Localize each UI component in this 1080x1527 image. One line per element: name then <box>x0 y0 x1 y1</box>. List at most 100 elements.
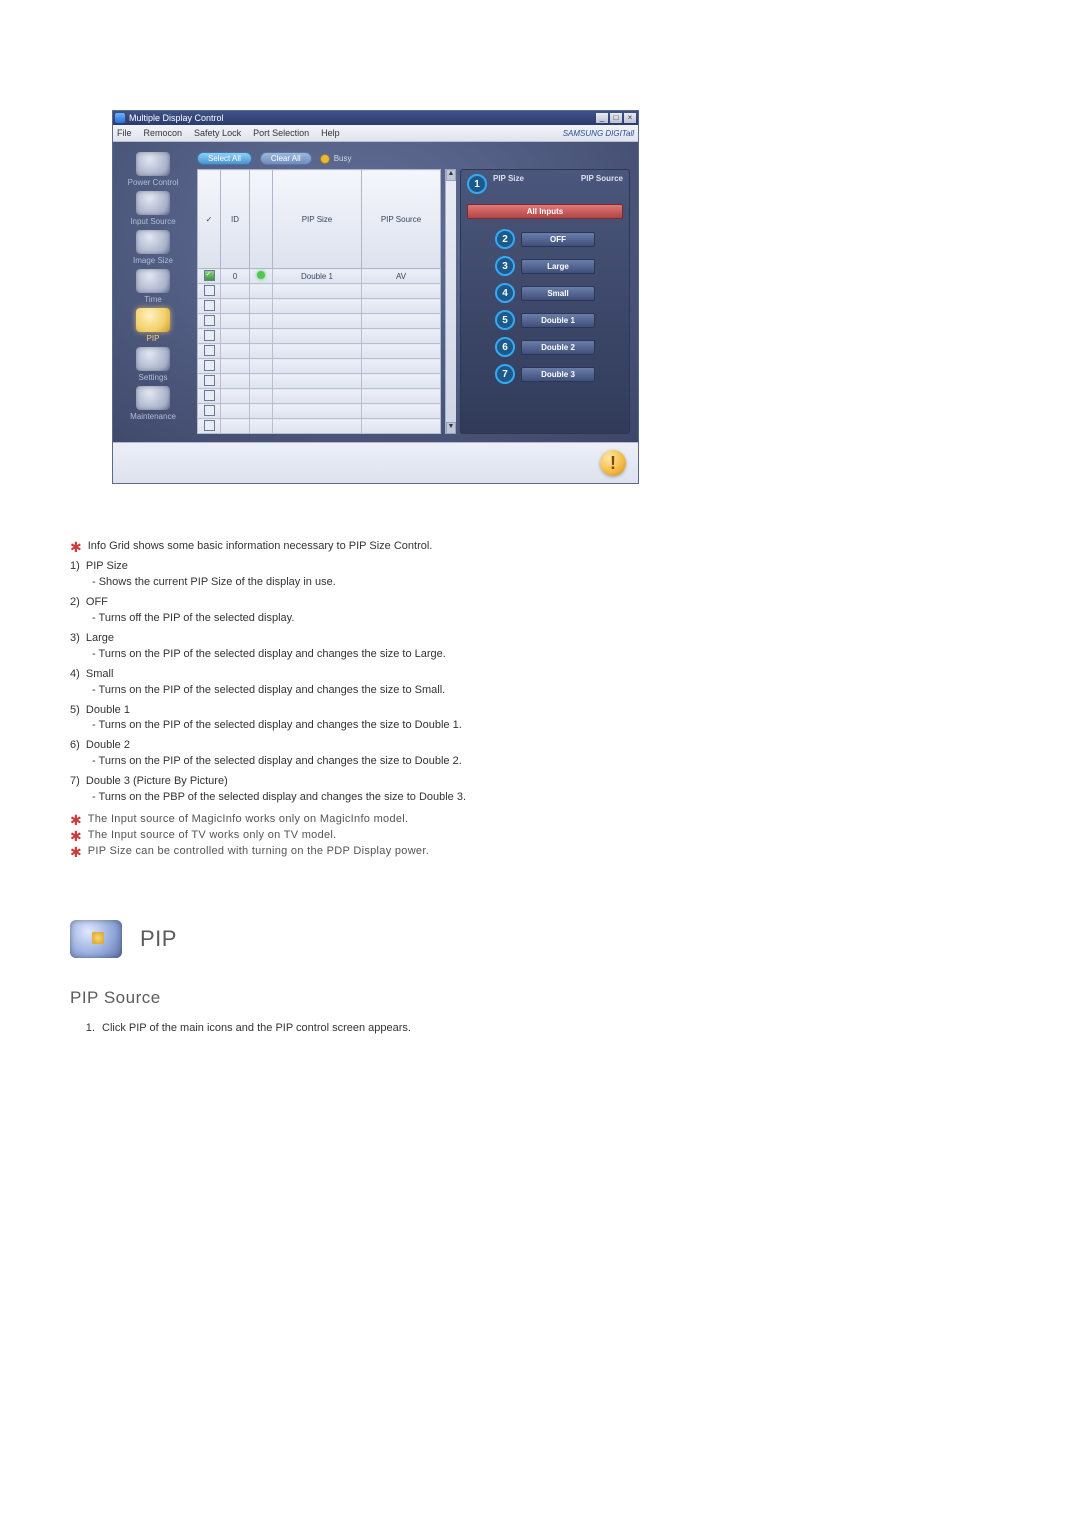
select-all-button[interactable]: Select All <box>197 152 252 165</box>
sidebar-label: Time <box>144 295 161 304</box>
callout-6: 6 <box>495 337 515 357</box>
footnote: ✱ The Input source of MagicInfo works on… <box>70 812 1010 828</box>
busy-dot-icon <box>320 154 330 164</box>
app-icon <box>115 113 125 123</box>
item-title: Double 1 <box>86 704 130 716</box>
row-checkbox[interactable] <box>204 345 215 356</box>
pip-small-button[interactable]: Small <box>521 286 595 301</box>
close-button[interactable]: × <box>624 113 636 123</box>
table-row[interactable] <box>198 299 441 314</box>
time-icon <box>136 269 170 293</box>
callout-1: 1 <box>467 174 487 194</box>
callout-7: 7 <box>495 364 515 384</box>
sidebar-item-maintenance[interactable]: Maintenance <box>118 386 188 423</box>
col-check[interactable]: ✓ <box>198 170 221 269</box>
sidebar-label: Maintenance <box>130 412 176 421</box>
item-num: 6) <box>70 739 80 751</box>
clear-all-button[interactable]: Clear All <box>260 152 312 165</box>
pip-double2-button[interactable]: Double 2 <box>521 340 595 355</box>
item-desc: - Turns off the PIP of the selected disp… <box>70 611 1010 627</box>
sidebar-label: PIP <box>147 334 160 343</box>
item-title: Small <box>86 668 114 680</box>
row-checkbox[interactable] <box>204 300 215 311</box>
menu-port-selection[interactable]: Port Selection <box>253 128 309 138</box>
footnote-text: PIP Size can be controlled with turning … <box>88 844 429 860</box>
maximize-button[interactable]: □ <box>610 113 622 123</box>
sidebar-label: Settings <box>139 373 168 382</box>
row-checkbox[interactable] <box>204 270 215 281</box>
table-row[interactable] <box>198 359 441 374</box>
item-desc: - Turns on the PIP of the selected displ… <box>70 683 1010 699</box>
item-desc: - Turns on the PIP of the selected displ… <box>70 718 1010 734</box>
table-row[interactable] <box>198 389 441 404</box>
item-num: 1) <box>70 560 80 572</box>
pip-source-header: PIP Source <box>581 174 623 183</box>
menu-file[interactable]: File <box>117 128 132 138</box>
grid-scrollbar[interactable]: ▲ ▼ <box>445 169 456 434</box>
row-checkbox[interactable] <box>204 420 215 431</box>
item-desc: - Turns on the PBP of the selected displ… <box>70 790 1010 806</box>
row-checkbox[interactable] <box>204 315 215 326</box>
menu-bar: File Remocon Safety Lock Port Selection … <box>113 125 638 142</box>
callout-5: 5 <box>495 310 515 330</box>
col-id[interactable]: ID <box>221 170 250 269</box>
row-checkbox[interactable] <box>204 405 215 416</box>
window-titlebar[interactable]: Multiple Display Control _ □ × <box>113 111 638 125</box>
steps-list: Click PIP of the main icons and the PIP … <box>70 1021 1010 1037</box>
item-num: 7) <box>70 775 80 787</box>
table-row[interactable]: 0 Double 1 AV <box>198 269 441 284</box>
scroll-up-icon[interactable]: ▲ <box>446 169 456 181</box>
item-num: 3) <box>70 632 80 644</box>
cell-pip-source: AV <box>362 269 441 284</box>
footnote-text: The Input source of TV works only on TV … <box>88 828 337 844</box>
table-row[interactable] <box>198 284 441 299</box>
item-title: Double 3 (Picture By Picture) <box>86 775 228 787</box>
warning-icon[interactable]: ! <box>600 450 626 476</box>
row-checkbox[interactable] <box>204 330 215 341</box>
cell-pip-size: Double 1 <box>273 269 362 284</box>
menu-help[interactable]: Help <box>321 128 340 138</box>
table-row[interactable] <box>198 344 441 359</box>
col-pip-size[interactable]: PIP Size <box>273 170 362 269</box>
row-checkbox[interactable] <box>204 360 215 371</box>
cell-id: 0 <box>221 269 250 284</box>
table-row[interactable] <box>198 419 441 434</box>
col-pip-source[interactable]: PIP Source <box>362 170 441 269</box>
item-num: 5) <box>70 704 80 716</box>
pip-off-button[interactable]: OFF <box>521 232 595 247</box>
item-title: Double 2 <box>86 739 130 751</box>
sidebar-item-power[interactable]: Power Control <box>118 152 188 189</box>
pip-large-button[interactable]: Large <box>521 259 595 274</box>
busy-label: Busy <box>334 154 352 163</box>
menu-safety-lock[interactable]: Safety Lock <box>194 128 241 138</box>
star-icon: ✱ <box>70 539 82 555</box>
star-icon: ✱ <box>70 828 82 844</box>
scroll-down-icon[interactable]: ▼ <box>446 422 456 434</box>
callout-2: 2 <box>495 229 515 249</box>
pip-double3-button[interactable]: Double 3 <box>521 367 595 382</box>
item-desc: - Shows the current PIP Size of the disp… <box>70 575 1010 591</box>
row-checkbox[interactable] <box>204 285 215 296</box>
sidebar-item-time[interactable]: Time <box>118 269 188 306</box>
table-row[interactable] <box>198 404 441 419</box>
table-row[interactable] <box>198 329 441 344</box>
minimize-button[interactable]: _ <box>596 113 608 123</box>
table-row[interactable] <box>198 374 441 389</box>
sidebar-item-input[interactable]: Input Source <box>118 191 188 228</box>
col-status[interactable] <box>250 170 273 269</box>
power-icon <box>136 152 170 176</box>
row-checkbox[interactable] <box>204 390 215 401</box>
sidebar-label: Power Control <box>128 178 179 187</box>
row-checkbox[interactable] <box>204 375 215 386</box>
sidebar-item-settings[interactable]: Settings <box>118 347 188 384</box>
busy-indicator: Busy <box>320 154 352 164</box>
pip-double1-button[interactable]: Double 1 <box>521 313 595 328</box>
table-row[interactable] <box>198 314 441 329</box>
star-icon: ✱ <box>70 844 82 860</box>
toolbar: Select All Clear All Busy <box>197 152 630 165</box>
sidebar-item-image[interactable]: Image Size <box>118 230 188 267</box>
item-desc: - Turns on the PIP of the selected displ… <box>70 754 1010 770</box>
sidebar-item-pip[interactable]: PIP <box>118 308 188 345</box>
window-title: Multiple Display Control <box>129 113 596 123</box>
menu-remocon[interactable]: Remocon <box>144 128 183 138</box>
